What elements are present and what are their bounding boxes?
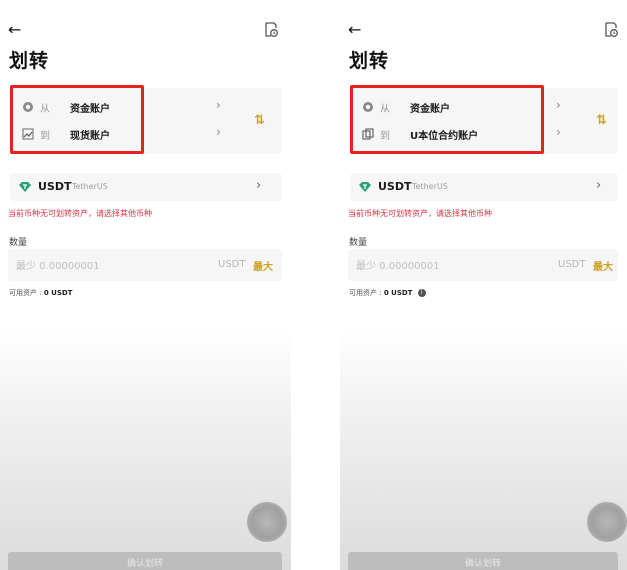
from-label: 从 <box>40 104 50 115</box>
futures-account-icon <box>362 128 374 140</box>
quantity-field: USDT 最大 <box>348 249 618 281</box>
floating-assistant-button[interactable] <box>585 500 627 544</box>
spot-account-icon <box>22 128 34 140</box>
quantity-label: 数量 <box>9 238 28 248</box>
to-account-name: U本位合约账户 <box>410 131 479 142</box>
from-account-row[interactable]: 从 资金账户 › <box>10 95 240 121</box>
coin-full-name: TetherUS <box>412 182 448 191</box>
to-account-row[interactable]: 到 现货账户 › <box>10 122 240 148</box>
quantity-input[interactable] <box>14 256 208 276</box>
quantity-unit: USDT <box>218 259 246 270</box>
transfer-screen-left: ← 划转 从 资金账户 › 到 现货账户 › ⇅ USDT TetherUS ›… <box>0 0 291 570</box>
swap-icon[interactable]: ⇅ <box>254 113 265 128</box>
coin-selector[interactable]: USDT TetherUS › <box>10 173 282 201</box>
to-account-name: 现货账户 <box>70 131 110 142</box>
from-dot-icon <box>363 102 373 112</box>
coin-symbol: USDT <box>378 180 412 193</box>
panel-separator <box>291 0 340 570</box>
quantity-label: 数量 <box>349 238 368 248</box>
quantity-field: USDT 最大 <box>8 249 282 281</box>
info-icon[interactable]: i <box>417 289 426 297</box>
to-label: 到 <box>380 131 390 142</box>
max-button[interactable]: 最大 <box>253 258 273 273</box>
chevron-right-icon: › <box>256 178 262 193</box>
chevron-right-icon: › <box>596 178 602 193</box>
available-balance: 可用资产 : 0 USDT i <box>349 288 426 298</box>
quantity-input[interactable] <box>354 256 548 276</box>
from-account-name: 资金账户 <box>70 104 110 115</box>
from-account-row[interactable]: 从 资金账户 › <box>350 95 580 121</box>
confirm-transfer-button[interactable]: 确认划转 <box>348 552 618 570</box>
no-asset-warning: 当前币种无可划转资产，请选择其他币种 <box>348 209 492 218</box>
available-value: 0 USDT <box>43 289 73 297</box>
page-title: 划转 <box>9 50 50 72</box>
coin-symbol: USDT <box>38 180 72 193</box>
from-label: 从 <box>380 104 390 115</box>
transfer-screen-right: ← 划转 从 资金账户 › 到 U本位合约账户 › ⇅ USDT TetherU… <box>340 0 627 570</box>
floating-assistant-button[interactable] <box>245 500 289 544</box>
chevron-right-icon: › <box>556 98 561 112</box>
tether-icon <box>19 182 31 192</box>
history-icon[interactable] <box>604 22 618 38</box>
transfer-accounts-card: 从 资金账户 › 到 U本位合约账户 › ⇅ <box>350 85 618 154</box>
coin-full-name: TetherUS <box>72 182 108 191</box>
transfer-accounts-card: 从 资金账户 › 到 现货账户 › ⇅ <box>10 85 282 154</box>
chevron-right-icon: › <box>216 125 221 139</box>
quantity-unit: USDT <box>558 259 586 270</box>
no-asset-warning: 当前币种无可划转资产，请选择其他币种 <box>8 209 152 218</box>
chevron-right-icon: › <box>216 98 221 112</box>
available-balance: 可用资产 : 0 USDT <box>9 288 72 298</box>
to-label: 到 <box>40 131 50 142</box>
available-value: 0 USDT <box>383 289 413 297</box>
available-label: 可用资产 : <box>9 289 42 297</box>
back-arrow-icon[interactable]: ← <box>8 22 24 38</box>
from-account-name: 资金账户 <box>410 104 450 115</box>
from-dot-icon <box>23 102 33 112</box>
swap-icon[interactable]: ⇅ <box>596 113 607 128</box>
available-label: 可用资产 : <box>349 289 382 297</box>
coin-selector[interactable]: USDT TetherUS › <box>350 173 618 201</box>
max-button[interactable]: 最大 <box>593 258 613 273</box>
history-icon[interactable] <box>264 22 278 38</box>
confirm-transfer-button[interactable]: 确认划转 <box>8 552 282 570</box>
page-title: 划转 <box>349 50 390 72</box>
chevron-right-icon: › <box>556 125 561 139</box>
tether-icon <box>359 182 371 192</box>
to-account-row[interactable]: 到 U本位合约账户 › <box>350 122 580 148</box>
back-arrow-icon[interactable]: ← <box>348 22 364 38</box>
